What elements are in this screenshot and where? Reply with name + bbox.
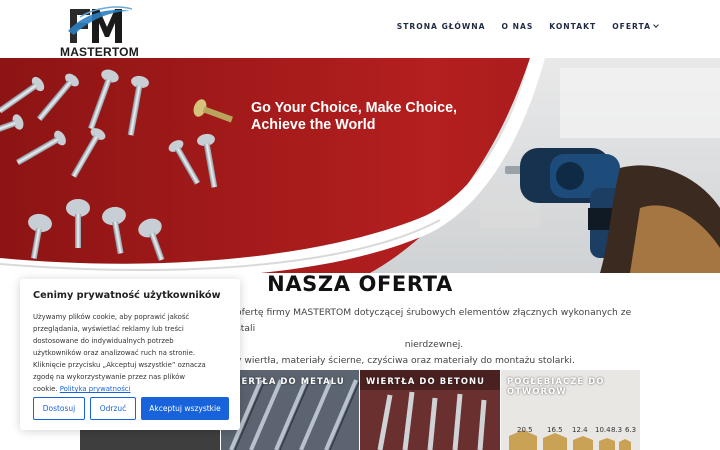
cookie-body-line: zgodę na wykorzystywanie przez nas plikó… [33,373,185,381]
nav-contact[interactable]: KONTAKT [549,22,596,31]
nav-about[interactable]: O NAS [501,22,533,31]
site-header: MASTERTOM STRONA GŁÓWNA O NAS KONTAKT OF… [0,0,720,59]
hero-slogan-line1: Go Your Choice, Make Choice, [251,100,458,116]
offer-desc-line3: y wiertła, materiały ścierne, czyściwa o… [236,355,575,366]
nav-offer-label: OFERTA [612,22,651,31]
main-nav: STRONA GŁÓWNA O NAS KONTAKT OFERTA [397,22,659,31]
cookie-consent-dialog: Cenimy prywatność użytkowników Używamy p… [20,279,240,430]
cookie-title: Cenimy prywatność użytkowników [33,290,221,301]
cookie-body-line: Używamy plików cookie, aby poprawić jako… [33,313,190,321]
logo-name: MASTERTOM [60,45,139,59]
tile-countersinks[interactable]: 20.5 16.5 12.4 10.4 8.3 6.3 POGŁĘBIACZE … [501,370,640,450]
cookie-body-line: cookie. [33,385,58,393]
reject-button[interactable]: Odrzuć [90,397,136,420]
drill-size-2: 12.4 [572,426,588,434]
nav-home[interactable]: STRONA GŁÓWNA [397,22,486,31]
hero-slogan: Go Your Choice, Make Choice, Achieve the… [251,100,457,134]
tile-concrete-drills-label: WIERTŁA DO BETONU [366,376,486,386]
hero-slogan-line2: Achieve the World [251,117,376,133]
hero-banner: Go Your Choice, Make Choice, Achieve the… [0,58,720,273]
drill-size-4: 8.3 [611,426,622,434]
cookie-body: Używamy plików cookie, aby poprawić jako… [33,311,227,395]
nav-offer[interactable]: OFERTA [612,22,659,31]
cookie-body-line: użytkowników oraz analizować ruch na str… [33,349,196,357]
drill-size-0: 20.5 [517,426,533,434]
accept-all-button[interactable]: Akceptuj wszystkie [141,397,229,420]
fm-logo-mark [68,6,132,43]
drill-size-1: 16.5 [547,426,563,434]
tile-metal-drills[interactable]: WIERTŁA DO METALU [221,370,359,450]
cookie-buttons: Dostosuj Odrzuć Akceptuj wszystkie [33,397,229,420]
cookie-body-line: Kliknięcie przycisku „Akceptuj wszystkie… [33,361,206,369]
offer-description: ofertę firmy MASTERTOM dotyczącej śrubow… [236,305,632,369]
tile-concrete-drills[interactable]: WIERTŁA DO BETONU [360,370,500,450]
cookie-body-last-line: cookie. Polityka prywatności [33,383,227,395]
offer-desc-line2: nierdzewnej. [404,339,464,350]
privacy-policy-link[interactable]: Polityka prywatności [60,385,131,393]
tile-metal-drills-label: WIERTŁA DO METALU [227,376,345,386]
drill-size-5: 6.3 [625,426,636,434]
cookie-body-line: przeglądania, wyświetlać reklamy lub tre… [33,325,184,333]
offer-desc-line1: ofertę firmy MASTERTOM dotyczącej śrubow… [236,307,632,334]
hero-artwork [0,58,720,273]
mastertom-logo[interactable]: MASTERTOM [58,5,139,59]
cookie-body-line: dostosowane do indywidualnych potrzeb [33,337,174,345]
customize-button[interactable]: Dostosuj [33,397,85,420]
drill-size-3: 10.4 [595,426,611,434]
tile-countersinks-label: POGŁĘBIACZE DO OTWORÓW [507,376,605,396]
chevron-down-icon [653,22,659,28]
